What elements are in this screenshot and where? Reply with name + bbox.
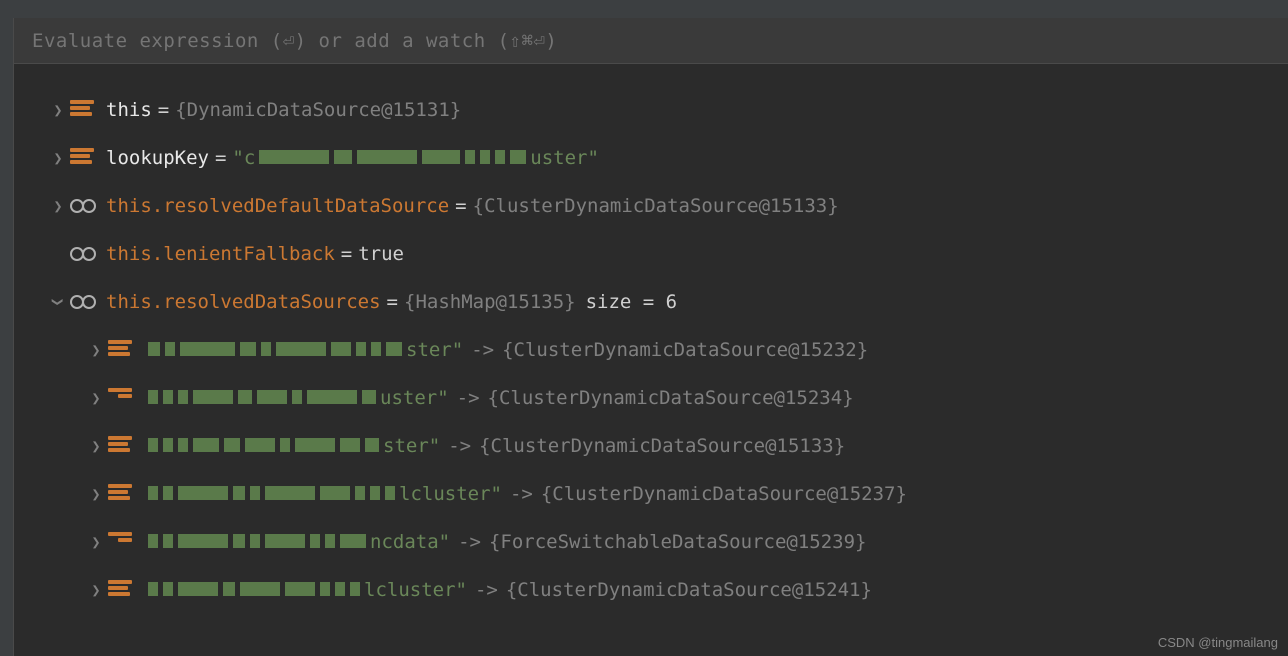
map-entry-row[interactable]: ❯ ncdata" -> {ForceSwitchableDataSource@152…: [14, 518, 1288, 566]
equals-sign: =: [158, 99, 169, 121]
chevron-right-icon[interactable]: ❯: [84, 341, 108, 359]
variable-name: this.resolvedDefaultDataSource: [106, 195, 449, 217]
variable-value: {ClusterDynamicDataSource@15133}: [473, 195, 839, 217]
redacted-text: [148, 582, 360, 596]
variable-name: lookupKey: [106, 147, 209, 169]
chevron-right-icon[interactable]: ❯: [46, 101, 70, 119]
redacted-text: [148, 342, 402, 356]
variable-value: {HashMap@15135}: [404, 291, 576, 313]
redacted-text: [148, 438, 379, 452]
map-entry-row[interactable]: ❯ ster" -> {ClusterDynamicDataSource@15133}: [14, 422, 1288, 470]
variables-panel: ❯ this = {DynamicDataSource@15131} ❯ loo…: [14, 64, 1288, 656]
variable-value: {DynamicDataSource@15131}: [175, 99, 461, 121]
variable-name: this: [106, 99, 152, 121]
map-key: ster": [144, 339, 463, 361]
equals-sign: =: [387, 291, 398, 313]
variable-name: this.resolvedDataSources: [106, 291, 381, 313]
map-arrow: ->: [457, 387, 480, 409]
variable-row-resolveddatasources[interactable]: ❯ this.resolvedDataSources = {HashMap@15…: [14, 278, 1288, 326]
map-key: ster": [144, 435, 440, 457]
map-value: {ForceSwitchableDataSource@15239}: [489, 531, 867, 553]
map-entry-row[interactable]: ❯ lcluster" -> {ClusterDynamicDataSource@15…: [14, 470, 1288, 518]
size-label: size = 6: [586, 291, 678, 313]
glasses-icon: [70, 295, 106, 309]
variable-row-lookupkey[interactable]: ❯ lookupKey = "custer": [14, 134, 1288, 182]
object-icon: [108, 580, 144, 600]
chevron-right-icon[interactable]: ❯: [46, 197, 70, 215]
object-icon: [70, 148, 106, 168]
map-arrow: ->: [475, 579, 498, 601]
object-icon: [108, 484, 144, 504]
map-key: lcluster": [144, 483, 502, 505]
map-entries-container: ❯ ster" -> {ClusterDynamicDataSource@15232}…: [14, 326, 1288, 614]
redacted-text: [148, 486, 395, 500]
object-icon: [108, 340, 144, 360]
redacted-text: [148, 534, 366, 548]
object-icon: [108, 388, 144, 408]
chevron-down-icon[interactable]: ❯: [49, 290, 67, 314]
map-arrow: ->: [448, 435, 471, 457]
equals-sign: =: [215, 147, 226, 169]
map-key: uster": [144, 387, 449, 409]
object-icon: [108, 436, 144, 456]
chevron-right-icon[interactable]: ❯: [84, 533, 108, 551]
map-value: {ClusterDynamicDataSource@15237}: [541, 483, 907, 505]
redacted-text: [259, 150, 526, 164]
chevron-right-icon[interactable]: ❯: [46, 149, 70, 167]
variable-value: true: [358, 243, 404, 265]
variable-value: "custer": [232, 147, 599, 169]
variable-name: this.lenientFallback: [106, 243, 335, 265]
map-arrow: ->: [458, 531, 481, 553]
map-entry-row[interactable]: ❯ lcluster" -> {ClusterDynamicDataSource@15…: [14, 566, 1288, 614]
equals-sign: =: [341, 243, 352, 265]
variable-row-resolveddefaultdatasource[interactable]: ❯ this.resolvedDefaultDataSource = {Clus…: [14, 182, 1288, 230]
chevron-right-icon[interactable]: ❯: [84, 485, 108, 503]
glasses-icon: [70, 199, 106, 213]
map-key: lcluster": [144, 579, 467, 601]
map-entry-row[interactable]: ❯ uster" -> {ClusterDynamicDataSource@15234…: [14, 374, 1288, 422]
variable-row-lenientfallback[interactable]: this.lenientFallback = true: [14, 230, 1288, 278]
equals-sign: =: [455, 195, 466, 217]
redacted-text: [148, 390, 376, 404]
map-key: ncdata": [144, 531, 450, 553]
gutter: [0, 0, 14, 656]
expression-bar[interactable]: [14, 18, 1288, 64]
map-value: {ClusterDynamicDataSource@15234}: [488, 387, 854, 409]
object-icon: [108, 532, 144, 552]
map-arrow: ->: [471, 339, 494, 361]
chevron-right-icon[interactable]: ❯: [84, 581, 108, 599]
map-arrow: ->: [510, 483, 533, 505]
map-entry-row[interactable]: ❯ ster" -> {ClusterDynamicDataSource@15232}: [14, 326, 1288, 374]
map-value: {ClusterDynamicDataSource@15241}: [506, 579, 872, 601]
map-value: {ClusterDynamicDataSource@15133}: [479, 435, 845, 457]
chevron-right-icon[interactable]: ❯: [84, 389, 108, 407]
glasses-icon: [70, 247, 106, 261]
chevron-right-icon[interactable]: ❯: [84, 437, 108, 455]
map-value: {ClusterDynamicDataSource@15232}: [502, 339, 868, 361]
watermark: CSDN @tingmailang: [1158, 635, 1278, 650]
variable-row-this[interactable]: ❯ this = {DynamicDataSource@15131}: [14, 86, 1288, 134]
evaluate-expression-input[interactable]: [32, 30, 1288, 52]
object-icon: [70, 100, 106, 120]
top-bar: [0, 0, 1288, 18]
